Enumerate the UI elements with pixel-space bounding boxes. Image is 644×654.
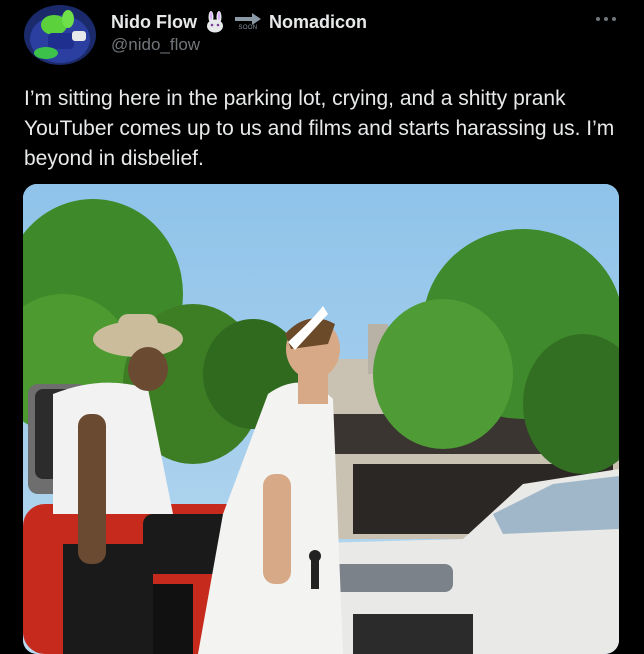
display-name[interactable]: Nido Flow bbox=[111, 12, 197, 33]
ellipsis-icon[interactable] bbox=[592, 8, 620, 30]
avatar[interactable] bbox=[24, 5, 96, 65]
soon-label: SOON bbox=[238, 25, 258, 31]
handle[interactable]: @nido_flow bbox=[111, 35, 200, 55]
tweet-text: I’m sitting here in the parking lot, cry… bbox=[24, 87, 615, 170]
tweet-photo[interactable] bbox=[23, 184, 619, 654]
avatar-image bbox=[24, 5, 96, 65]
secondary-name: Nomadicon bbox=[268, 11, 367, 32]
arrow-right-icon bbox=[234, 13, 261, 25]
bunny-icon bbox=[203, 11, 227, 33]
author-name-row: Nido Flow SOON Nomadicon bbox=[111, 10, 367, 34]
parking-lot-photo bbox=[23, 184, 619, 654]
soon-arrow-badge: SOON bbox=[233, 13, 263, 31]
